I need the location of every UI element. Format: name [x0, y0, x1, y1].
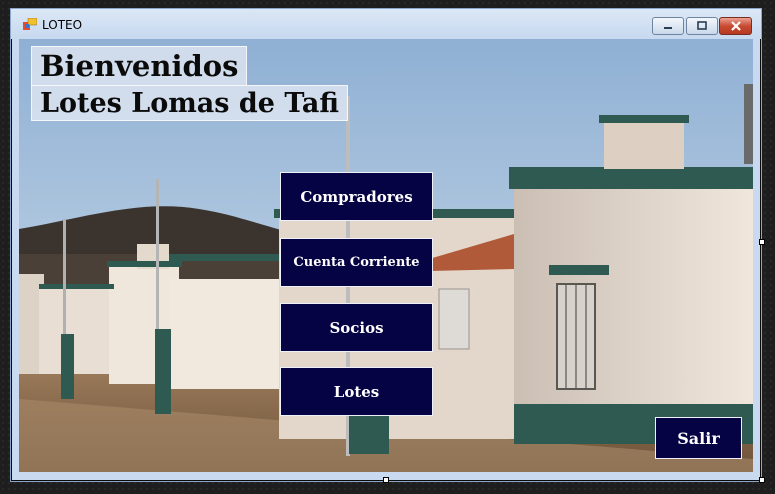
resize-handle-corner[interactable] [759, 477, 765, 483]
window-title: LOTEO [42, 18, 83, 32]
resize-handle-bottom[interactable] [383, 477, 389, 483]
maximize-button[interactable] [686, 17, 718, 35]
maximize-icon [687, 18, 717, 34]
resize-handle-right[interactable] [759, 239, 765, 245]
compradores-button[interactable]: Compradores [280, 172, 433, 221]
subtitle-heading: Lotes Lomas de Tafi [31, 85, 348, 121]
form-window: LOTEO Bienvenidos Lotes Lomas de Tafi Co… [10, 8, 762, 482]
cuenta-corriente-button[interactable]: Cuenta Corriente [280, 238, 433, 287]
welcome-heading: Bienvenidos [31, 46, 248, 86]
form-client-area: Bienvenidos Lotes Lomas de Tafi Comprado… [19, 39, 753, 472]
minimize-button[interactable] [652, 17, 684, 35]
app-form-icon [23, 18, 37, 30]
socios-button[interactable]: Socios [280, 303, 433, 352]
salir-button[interactable]: Salir [655, 417, 742, 459]
title-bar[interactable]: LOTEO [11, 9, 761, 39]
close-icon [720, 18, 751, 34]
close-button[interactable] [719, 17, 752, 35]
lotes-button[interactable]: Lotes [280, 367, 433, 416]
minimize-icon [653, 18, 683, 34]
